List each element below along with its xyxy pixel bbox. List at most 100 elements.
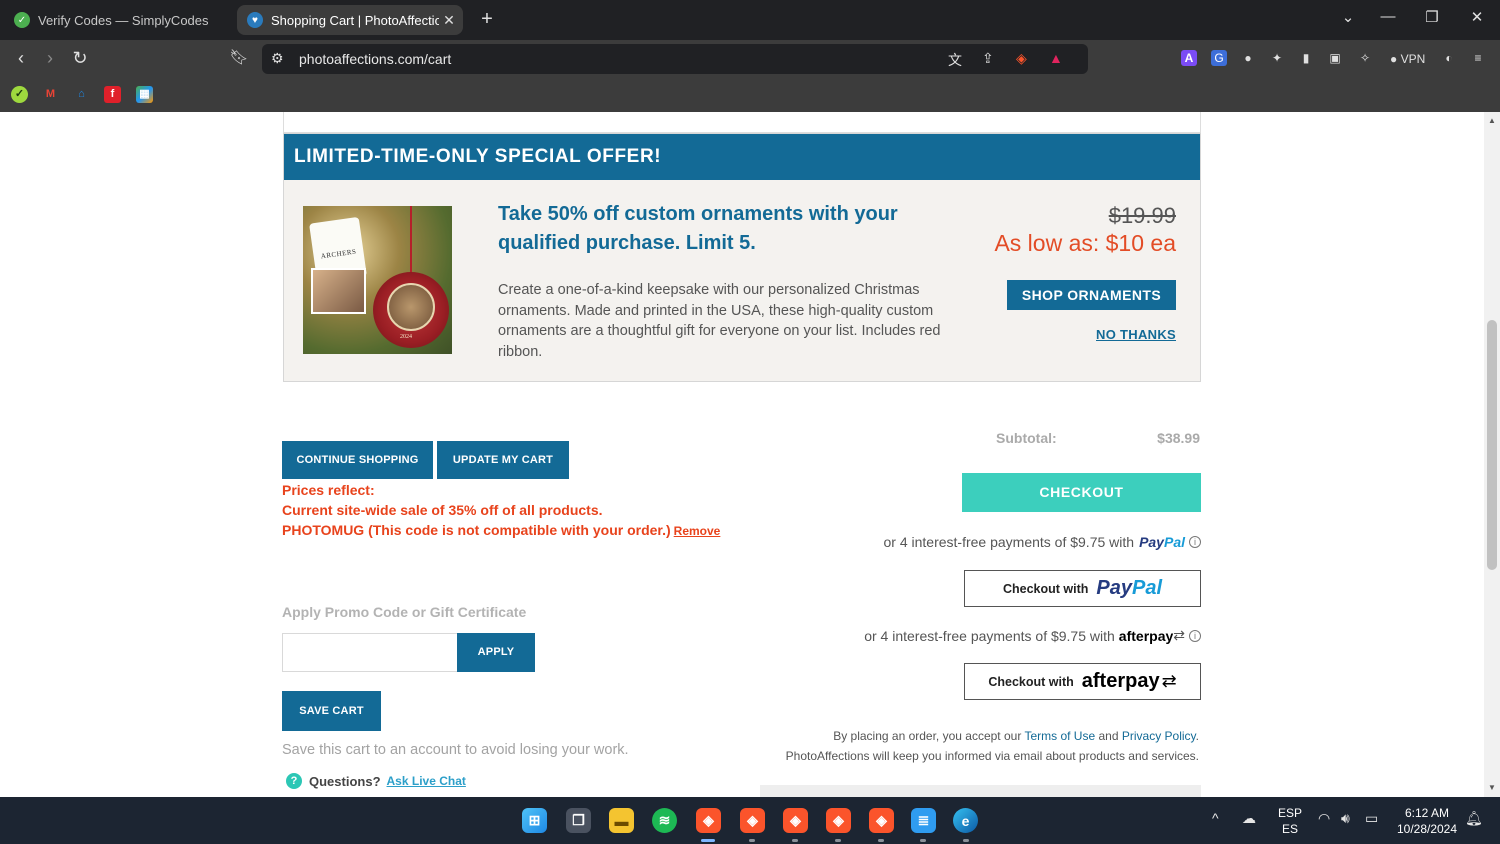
checkout-with-paypal-button[interactable]: Checkout with PayPal	[964, 570, 1201, 607]
paypal-logo-pal: Pal	[1131, 577, 1163, 599]
brave-profile-3-icon[interactable]: ◈	[783, 808, 808, 833]
address-bar[interactable]: ⚙ photoaffections.com/cart 文 ⇪ ◈ ▲	[262, 44, 1088, 74]
tab-bar: ✓ Verify Codes — SimplyCodes ♥ Shopping …	[0, 0, 1500, 40]
afterpay-info-icon[interactable]: i	[1189, 629, 1201, 642]
special-offer-panel: LIMITED-TIME-ONLY SPECIAL OFFER! ARCHERS…	[283, 133, 1201, 382]
promo-code-notice: PHOTOMUG (This code is not compatible wi…	[282, 522, 720, 538]
checkout-with-afterpay-button[interactable]: Checkout with afterpay ⇄	[964, 663, 1201, 700]
input-language[interactable]: ESP ES	[1275, 805, 1305, 837]
system-clock[interactable]: 6:12 AM 10/28/2024	[1392, 805, 1462, 837]
zillow-bookmark-icon[interactable]: ⌂	[73, 86, 90, 103]
app-running-indicator	[749, 839, 755, 842]
share-icon[interactable]: ⇪	[982, 50, 994, 67]
gmail-bookmark-icon[interactable]: M	[42, 86, 59, 103]
wifi-icon[interactable]: ◠	[1318, 810, 1330, 827]
offer-description: Create a one-of-a-kind keepsake with our…	[498, 282, 941, 360]
spotify-icon[interactable]: ≋	[652, 808, 677, 833]
battery-icon[interactable]: ▭	[1365, 810, 1378, 827]
vpn-button[interactable]: ● VPN	[1384, 48, 1431, 70]
save-cart-button[interactable]: SAVE CART	[282, 691, 381, 731]
scroll-up-icon[interactable]: ▲	[1488, 116, 1496, 125]
paypal-logo-pal: Pal	[1163, 534, 1185, 550]
shop-ornaments-button[interactable]: SHOP ORNAMENTS	[1007, 280, 1176, 310]
ornament-year-text: 2024	[400, 334, 412, 340]
extension-a-icon[interactable]: A	[1181, 50, 1197, 66]
page-viewport: LIMITED-TIME-ONLY SPECIAL OFFER! ARCHERS…	[0, 112, 1484, 797]
checkout-button[interactable]: CHECKOUT	[962, 473, 1201, 512]
extensions-puzzle-icon[interactable]: ✦	[1269, 50, 1285, 66]
brave-profile-4-icon[interactable]: ◈	[826, 808, 851, 833]
windows-start-icon[interactable]: ⊞	[522, 808, 547, 833]
notifications-icon[interactable]: 🔔︎	[1465, 810, 1483, 827]
ornament-product-image[interactable]: ARCHERS 2024	[303, 206, 452, 354]
red-bookmark-icon[interactable]: f	[104, 86, 121, 103]
tab-title: Shopping Cart | PhotoAffection	[271, 12, 439, 28]
questions-row: ? Questions? Ask Live Chat	[286, 773, 466, 789]
live-chat-link[interactable]: Ask Live Chat	[387, 774, 466, 788]
apply-promo-button[interactable]: APPLY	[457, 633, 535, 672]
wallet-icon[interactable]: ▣	[1327, 50, 1343, 66]
brave-browser-icon[interactable]: ◈	[696, 808, 721, 833]
scroll-down-icon[interactable]: ▼	[1488, 783, 1496, 792]
volume-icon[interactable]: 🔊︎	[1341, 810, 1350, 827]
afterpay-arrows-icon: ⇄	[1173, 627, 1185, 643]
brave-profile-2-icon[interactable]: ◈	[740, 808, 765, 833]
ornament-family-photo	[311, 268, 366, 314]
edge-browser-icon[interactable]: e	[953, 808, 978, 833]
promo-code-error-text: PHOTOMUG (This code is not compatible wi…	[282, 522, 671, 538]
tab-title: Verify Codes — SimplyCodes	[38, 12, 209, 28]
offer-title: Take 50% off custom ornaments with your …	[498, 203, 898, 254]
site-settings-icon[interactable]: ⚙	[271, 50, 284, 67]
extension-icon[interactable]: ●	[1240, 50, 1256, 66]
paypal-logo-pay: Pay	[1139, 534, 1164, 550]
tab-shopping-cart[interactable]: ♥ Shopping Cart | PhotoAffection ✕	[237, 5, 463, 35]
terms-and: and	[1098, 729, 1119, 743]
tab-search-icon[interactable]: ⌄	[1338, 8, 1358, 26]
terms-of-use-link[interactable]: Terms of Use	[1024, 729, 1095, 743]
app-running-indicator	[835, 839, 841, 842]
task-view-icon[interactable]: ❐	[566, 808, 591, 833]
reload-button[interactable]: ↻	[69, 48, 91, 68]
bookmark-icon[interactable]: 🔖︎	[228, 48, 250, 68]
forward-button[interactable]: ›	[39, 48, 61, 68]
scrollbar-thumb[interactable]	[1487, 320, 1497, 570]
privacy-policy-link[interactable]: Privacy Policy	[1122, 729, 1196, 743]
back-button[interactable]: ‹	[10, 48, 32, 68]
tiles-bookmark-icon[interactable]: ▦	[136, 86, 153, 103]
restore-button[interactable]: ❐	[1422, 8, 1442, 26]
subtotal-label: Subtotal:	[996, 430, 1057, 446]
notepad-icon[interactable]: ≣	[911, 808, 936, 833]
promo-code-input[interactable]	[282, 633, 458, 672]
offer-price: As low as: $10 ea	[994, 230, 1176, 256]
show-hidden-icons-icon[interactable]: ^	[1212, 810, 1219, 826]
profile-icon[interactable]: ◐	[1441, 50, 1457, 66]
update-cart-button[interactable]: UPDATE MY CART	[437, 441, 569, 479]
close-window-button[interactable]: ✕	[1467, 8, 1487, 26]
translate-icon[interactable]: 文	[948, 50, 962, 70]
close-tab-icon[interactable]: ✕	[439, 12, 459, 29]
language-code: ESP	[1277, 806, 1302, 820]
brave-shields-icon[interactable]: ◈	[1016, 50, 1027, 67]
brave-rewards-icon[interactable]: ▲	[1049, 50, 1063, 66]
file-explorer-icon[interactable]: ▬	[609, 808, 634, 833]
leo-ai-icon[interactable]: ✧	[1357, 50, 1373, 66]
questions-label: Questions?	[309, 773, 381, 789]
onedrive-icon[interactable]: ☁	[1242, 810, 1256, 827]
page-scrollbar[interactable]: ▲ ▼	[1484, 112, 1500, 797]
afterpay-logo: afterpay	[1081, 670, 1160, 692]
simplycodes-bookmark-icon[interactable]: ✓	[11, 86, 28, 103]
new-tab-button[interactable]: +	[476, 8, 498, 31]
no-thanks-link[interactable]: NO THANKS	[1096, 327, 1176, 342]
url-text[interactable]: photoaffections.com/cart	[299, 51, 451, 67]
paypal-info-icon[interactable]: i	[1189, 536, 1201, 548]
next-section-edge	[760, 785, 1201, 797]
sidebar-icon[interactable]: ▮	[1298, 50, 1314, 66]
tab-simplycodes[interactable]: ✓ Verify Codes — SimplyCodes	[4, 5, 234, 35]
remove-promo-link[interactable]: Remove	[674, 524, 721, 538]
continue-shopping-button[interactable]: CONTINUE SHOPPING	[282, 441, 433, 479]
brave-profile-5-icon[interactable]: ◈	[869, 808, 894, 833]
menu-icon[interactable]: ≡	[1470, 50, 1486, 66]
terms-line: By placing an order, you accept our Term…	[833, 729, 1199, 743]
translate-extension-icon[interactable]: G	[1211, 50, 1227, 66]
minimize-button[interactable]: —	[1378, 8, 1398, 25]
